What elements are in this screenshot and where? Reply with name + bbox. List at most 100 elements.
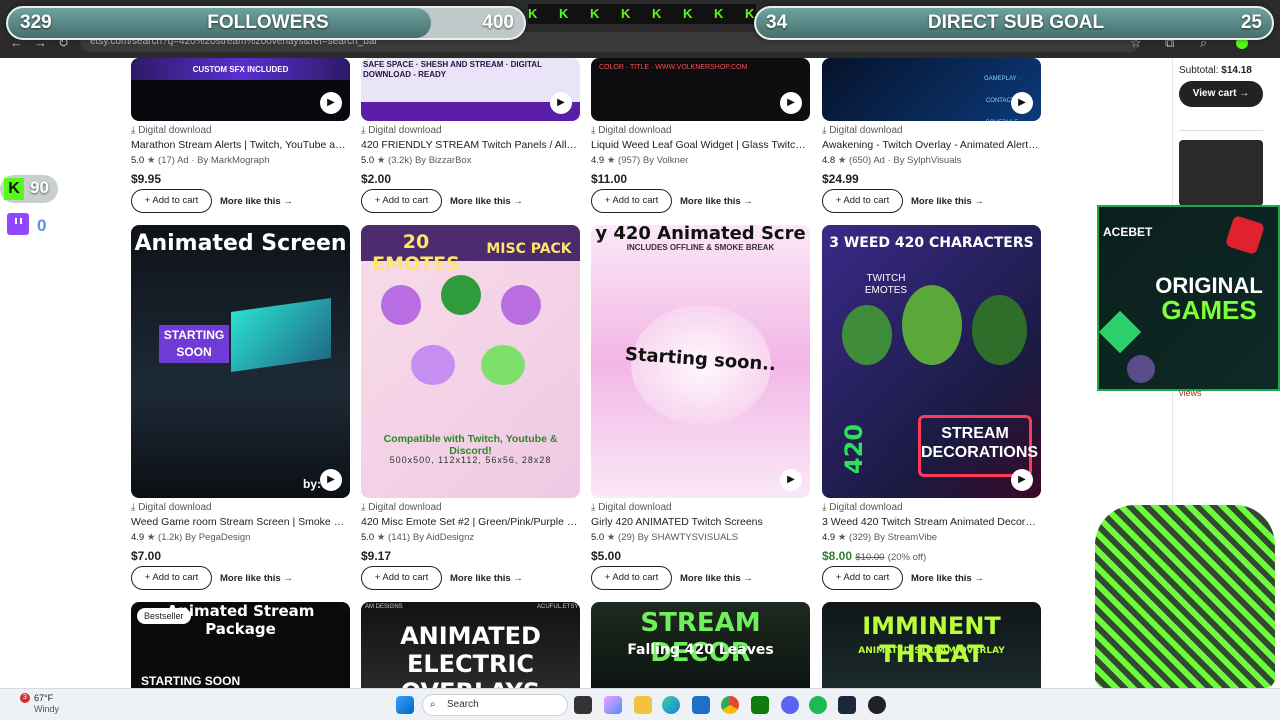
twitch-viewer-count: 0: [37, 216, 47, 235]
listing-thumbnail[interactable]: y 420 Animated Scre INCLUDES OFFLINE & S…: [591, 225, 810, 498]
task-view-icon[interactable]: [574, 696, 592, 714]
listing-price: $24.99: [822, 172, 859, 186]
digital-download-label: ⤓ Digital download: [822, 502, 903, 513]
steam-icon[interactable]: [838, 696, 856, 714]
discord-icon[interactable]: [781, 696, 799, 714]
listing-title[interactable]: Girly 420 ANIMATED Twitch Screens: [591, 516, 810, 528]
listing-title[interactable]: 420 Misc Emote Set #2 | Green/Pink/Purpl…: [361, 516, 580, 528]
add-to-cart-button[interactable]: + Add to cart: [591, 189, 672, 213]
listing-price: $2.00: [361, 172, 392, 186]
weather-badge: 3: [20, 693, 30, 703]
listing-rating: 4.9 ★ (957) By Volkner: [591, 155, 689, 166]
gem-icon: [1098, 310, 1142, 354]
add-to-cart-button[interactable]: + Add to cart: [822, 566, 903, 590]
cart-item-thumbnail[interactable]: [1179, 140, 1263, 206]
followers-label: FOLLOWERS: [207, 12, 329, 33]
subtotal: Subtotal: $14.18: [1179, 65, 1252, 76]
listing-thumbnail[interactable]: AM DESIGNS ACUFUL.ETSY ANIMATED ELECTRIC…: [361, 602, 580, 688]
add-to-cart-button[interactable]: + Add to cart: [361, 566, 442, 590]
digital-download-label: ⤓ Digital download: [361, 502, 442, 513]
sub-goal-label: DIRECT SUB GOAL: [927, 12, 1105, 33]
listing-thumbnail[interactable]: IMMINENT THREAT ANIMATED STREAM OVERLAY: [822, 602, 1041, 688]
star-icon: ★: [606, 155, 616, 166]
listing-thumbnail[interactable]: CUSTOM SFX INCLUDED ▶: [131, 58, 350, 121]
windows-start-icon[interactable]: [396, 696, 414, 714]
listing-thumbnail[interactable]: Animated Stream Package STARTING SOON Be…: [131, 602, 350, 688]
add-to-cart-button[interactable]: + Add to cart: [361, 189, 442, 213]
arrow-right-icon: →: [743, 573, 753, 584]
listing-price: $5.00: [591, 549, 622, 563]
listing-thumbnail[interactable]: SAFE SPACE · SHESH AND STREAM · DIGITAL …: [361, 58, 580, 121]
listing-rating: 4.9 ★ (1.2k) By PegaDesign: [131, 532, 251, 543]
add-to-cart-button[interactable]: + Add to cart: [131, 566, 212, 590]
listing-title[interactable]: Weed Game room Stream Screen | Smoke boo…: [131, 516, 350, 528]
acebet-ad-panel[interactable]: ACEBET ORIGINAL GAMES: [1097, 205, 1280, 391]
more-like-this-link[interactable]: More like this →: [680, 196, 753, 207]
xbox-icon[interactable]: [751, 696, 769, 714]
play-icon[interactable]: ▶: [1011, 92, 1033, 114]
acebet-logo: ACEBET: [1103, 225, 1153, 239]
add-to-cart-button[interactable]: + Add to cart: [131, 189, 212, 213]
play-icon[interactable]: ▶: [320, 92, 342, 114]
listing-thumbnail[interactable]: GAMEPLAY · CONTACT · SCHEDULE ▶: [822, 58, 1041, 121]
digital-download-label: ⤓ Digital download: [131, 502, 212, 513]
taskbar-search-input[interactable]: ⌕ Search: [422, 694, 568, 716]
listing-rating: 4.8 ★ (650) Ad · By SylphVisuals: [822, 155, 962, 166]
listing-title[interactable]: Marathon Stream Alerts | Twitch, YouTube…: [131, 139, 350, 151]
listing-thumbnail[interactable]: Animated Screen STARTING SOON by: P ▶: [131, 225, 350, 498]
listing-thumbnail[interactable]: STREAM DECOR Falling 420 Leaves: [591, 602, 810, 688]
play-icon[interactable]: ▶: [780, 469, 802, 491]
star-icon: ★: [837, 155, 847, 166]
star-icon: ★: [376, 155, 386, 166]
weather-desc[interactable]: Windy: [34, 704, 59, 714]
arrow-right-icon: →: [743, 196, 753, 207]
obs-icon[interactable]: [868, 696, 886, 714]
skull-icon: [1127, 355, 1155, 383]
more-like-this-link[interactable]: More like this →: [680, 573, 753, 584]
chrome-icon[interactable]: [721, 696, 739, 714]
listing-rating: 5.0 ★ (17) Ad · By MarkMograph: [131, 155, 270, 166]
play-icon[interactable]: ▶: [320, 469, 342, 491]
add-to-cart-button[interactable]: + Add to cart: [591, 566, 672, 590]
kick-logo-strip: K K K K K K K K K K: [528, 4, 756, 24]
listing-title[interactable]: Awakening - Twitch Overlay - Animated Al…: [822, 139, 1041, 151]
more-like-this-link[interactable]: More like this →: [220, 573, 293, 584]
play-icon[interactable]: ▶: [550, 92, 572, 114]
listing-title[interactable]: 420 FRIENDLY STREAM Twitch Panels / Ally…: [361, 139, 580, 151]
view-cart-button[interactable]: View cart →: [1179, 81, 1263, 107]
play-icon[interactable]: ▶: [780, 92, 802, 114]
arrow-right-icon: →: [283, 573, 293, 584]
listing-thumbnail[interactable]: COLOR · TITLE · WWW.VOLKNERSHOP.COM ▶: [591, 58, 810, 121]
weather-temp[interactable]: 67°F: [34, 693, 53, 703]
file-explorer-icon[interactable]: [634, 696, 652, 714]
kick-logo-icon: K: [4, 178, 24, 200]
more-like-this-link[interactable]: More like this →: [911, 573, 984, 584]
digital-download-label: ⤓ Digital download: [131, 125, 212, 136]
add-to-cart-button[interactable]: + Add to cart: [822, 189, 903, 213]
listing-title[interactable]: Liquid Weed Leaf Goal Widget | Glass Twi…: [591, 139, 810, 151]
more-like-this-link[interactable]: More like this →: [220, 196, 293, 207]
arrow-right-icon: →: [974, 196, 984, 207]
copilot-icon[interactable]: [604, 696, 622, 714]
listing-rating: 5.0 ★ (141) By AidDesignz: [361, 532, 475, 543]
spotify-icon[interactable]: [809, 696, 827, 714]
followers-goal-bar: 329 FOLLOWERS 400: [6, 6, 526, 40]
ad-headline-2: GAMES: [1161, 295, 1257, 325]
store-icon[interactable]: [692, 696, 710, 714]
more-like-this-link[interactable]: More like this →: [450, 573, 523, 584]
more-like-this-link[interactable]: More like this →: [450, 196, 523, 207]
listing-thumbnail[interactable]: 20 EMOTES MISC PACK Compatible with Twit…: [361, 225, 580, 498]
play-icon[interactable]: ▶: [1011, 469, 1033, 491]
more-like-this-link[interactable]: More like this →: [911, 196, 984, 207]
listing-rating: 5.0 ★ (3.2k) By BizzarBox: [361, 155, 472, 166]
kick-viewer-count: 90: [30, 178, 49, 197]
star-icon: ★: [837, 532, 847, 543]
listing-thumbnail[interactable]: 3 WEED 420 CHARACTERS TWITCH EMOTES STRE…: [822, 225, 1041, 498]
star-icon: ★: [606, 532, 616, 543]
kick-viewer-badge: K 90: [0, 175, 58, 203]
edge-icon[interactable]: [662, 696, 680, 714]
digital-download-label: ⤓ Digital download: [591, 502, 672, 513]
listing-price: $11.00: [591, 172, 628, 186]
arrow-right-icon: →: [1239, 88, 1250, 99]
listing-title[interactable]: 3 Weed 420 Twitch Stream Animated Decora…: [822, 516, 1041, 528]
